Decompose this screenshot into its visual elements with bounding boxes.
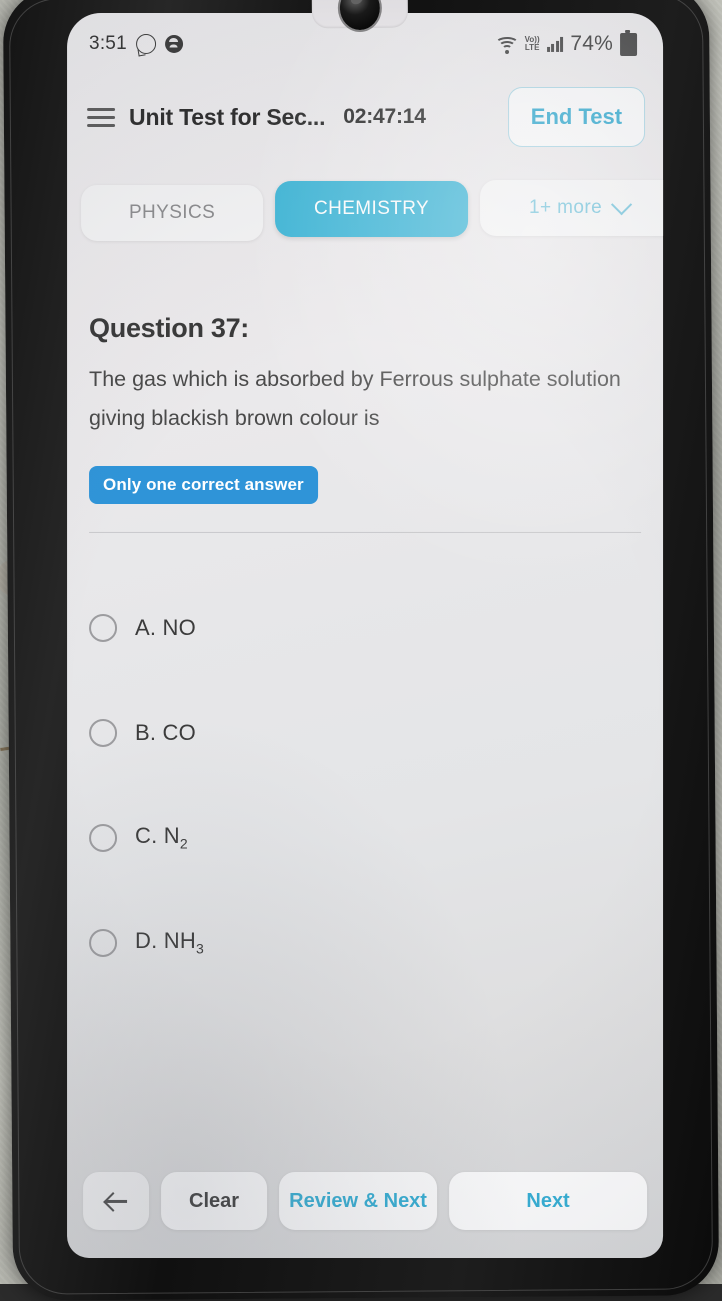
whatsapp-icon: [135, 33, 156, 54]
person-icon: [164, 34, 183, 53]
option-c[interactable]: C. N2: [89, 785, 641, 890]
tab-chemistry[interactable]: CHEMISTRY: [275, 180, 469, 237]
radio-button-a[interactable]: [89, 613, 118, 642]
option-d-label: D. NH3: [135, 928, 204, 956]
signal-bars-icon: [546, 36, 564, 52]
option-d-prefix: D.: [135, 928, 158, 954]
status-bar-right: Vo)) LTE 74%: [494, 31, 638, 56]
option-d[interactable]: D. NH3: [89, 890, 641, 995]
option-b-formula: CO: [162, 719, 196, 745]
camera-notch: [311, 0, 409, 31]
end-test-button[interactable]: End Test: [507, 86, 646, 147]
volte-icon: Vo)) LTE: [524, 34, 540, 52]
radio-button-b[interactable]: [89, 718, 118, 747]
front-camera-icon: [339, 0, 381, 31]
bottom-action-bar: Clear Review & Next Next: [67, 1162, 663, 1240]
clear-button[interactable]: Clear: [161, 1171, 268, 1230]
hamburger-line: [87, 123, 116, 127]
option-a-label: A. NO: [135, 614, 196, 640]
battery-icon: [620, 32, 638, 56]
arrow-left-icon: [104, 1189, 128, 1213]
wifi-icon: [494, 35, 519, 54]
tab-physics[interactable]: PHYSICS: [81, 184, 264, 241]
next-button[interactable]: Next: [449, 1171, 648, 1230]
radio-button-d[interactable]: [89, 928, 118, 957]
question-number: Question 37:: [89, 312, 249, 343]
option-c-formula: N: [163, 823, 180, 849]
chevron-down-icon: [610, 194, 633, 216]
option-a-formula: NO: [162, 614, 196, 640]
status-bar-clock: 3:51: [89, 32, 127, 54]
test-title: Unit Test for Sec...: [129, 103, 326, 130]
back-button[interactable]: [83, 1171, 150, 1230]
answer-type-badge: Only one correct answer: [89, 465, 318, 504]
radio-button-c[interactable]: [89, 823, 118, 852]
hamburger-line: [87, 115, 116, 119]
question-panel: Question 37: The gas which is absorbed b…: [67, 281, 663, 1142]
tab-more-dropdown[interactable]: 1+ more: [480, 179, 664, 236]
question-divider: [89, 531, 642, 533]
option-c-prefix: C.: [135, 823, 158, 849]
battery-percent-label: 74%: [570, 31, 614, 55]
option-d-formula: NH: [163, 928, 196, 954]
option-d-subscript: 3: [195, 940, 204, 957]
volte-line-2: LTE: [524, 42, 540, 52]
option-c-subscript: 2: [179, 835, 188, 852]
option-c-label: C. N2: [135, 823, 188, 851]
question-text: The gas which is absorbed by Ferrous sul…: [89, 366, 621, 430]
option-a-prefix: A.: [135, 614, 157, 640]
options-list: A. NO B. CO C. N2 D. NH3: [89, 575, 641, 995]
tab-more-label: 1+ more: [529, 196, 603, 218]
option-b-prefix: B.: [135, 719, 157, 745]
hamburger-menu-icon[interactable]: [87, 107, 116, 127]
subject-tabs: PHYSICS CHEMISTRY 1+ more: [67, 179, 664, 241]
phone-device: 3:51 Vo)) LTE 74% Unit Test for Sec... 0…: [2, 0, 720, 1301]
countdown-timer: 02:47:14: [343, 104, 426, 128]
option-a[interactable]: A. NO: [89, 575, 641, 680]
app-header: Unit Test for Sec... 02:47:14 End Test: [67, 75, 663, 159]
hamburger-line: [87, 107, 116, 111]
review-and-next-button[interactable]: Review & Next: [279, 1171, 438, 1230]
phone-screen: 3:51 Vo)) LTE 74% Unit Test for Sec... 0…: [67, 12, 664, 1258]
option-b-label: B. CO: [135, 719, 196, 745]
status-bar-left: 3:51: [89, 33, 183, 55]
option-b[interactable]: B. CO: [89, 680, 641, 785]
